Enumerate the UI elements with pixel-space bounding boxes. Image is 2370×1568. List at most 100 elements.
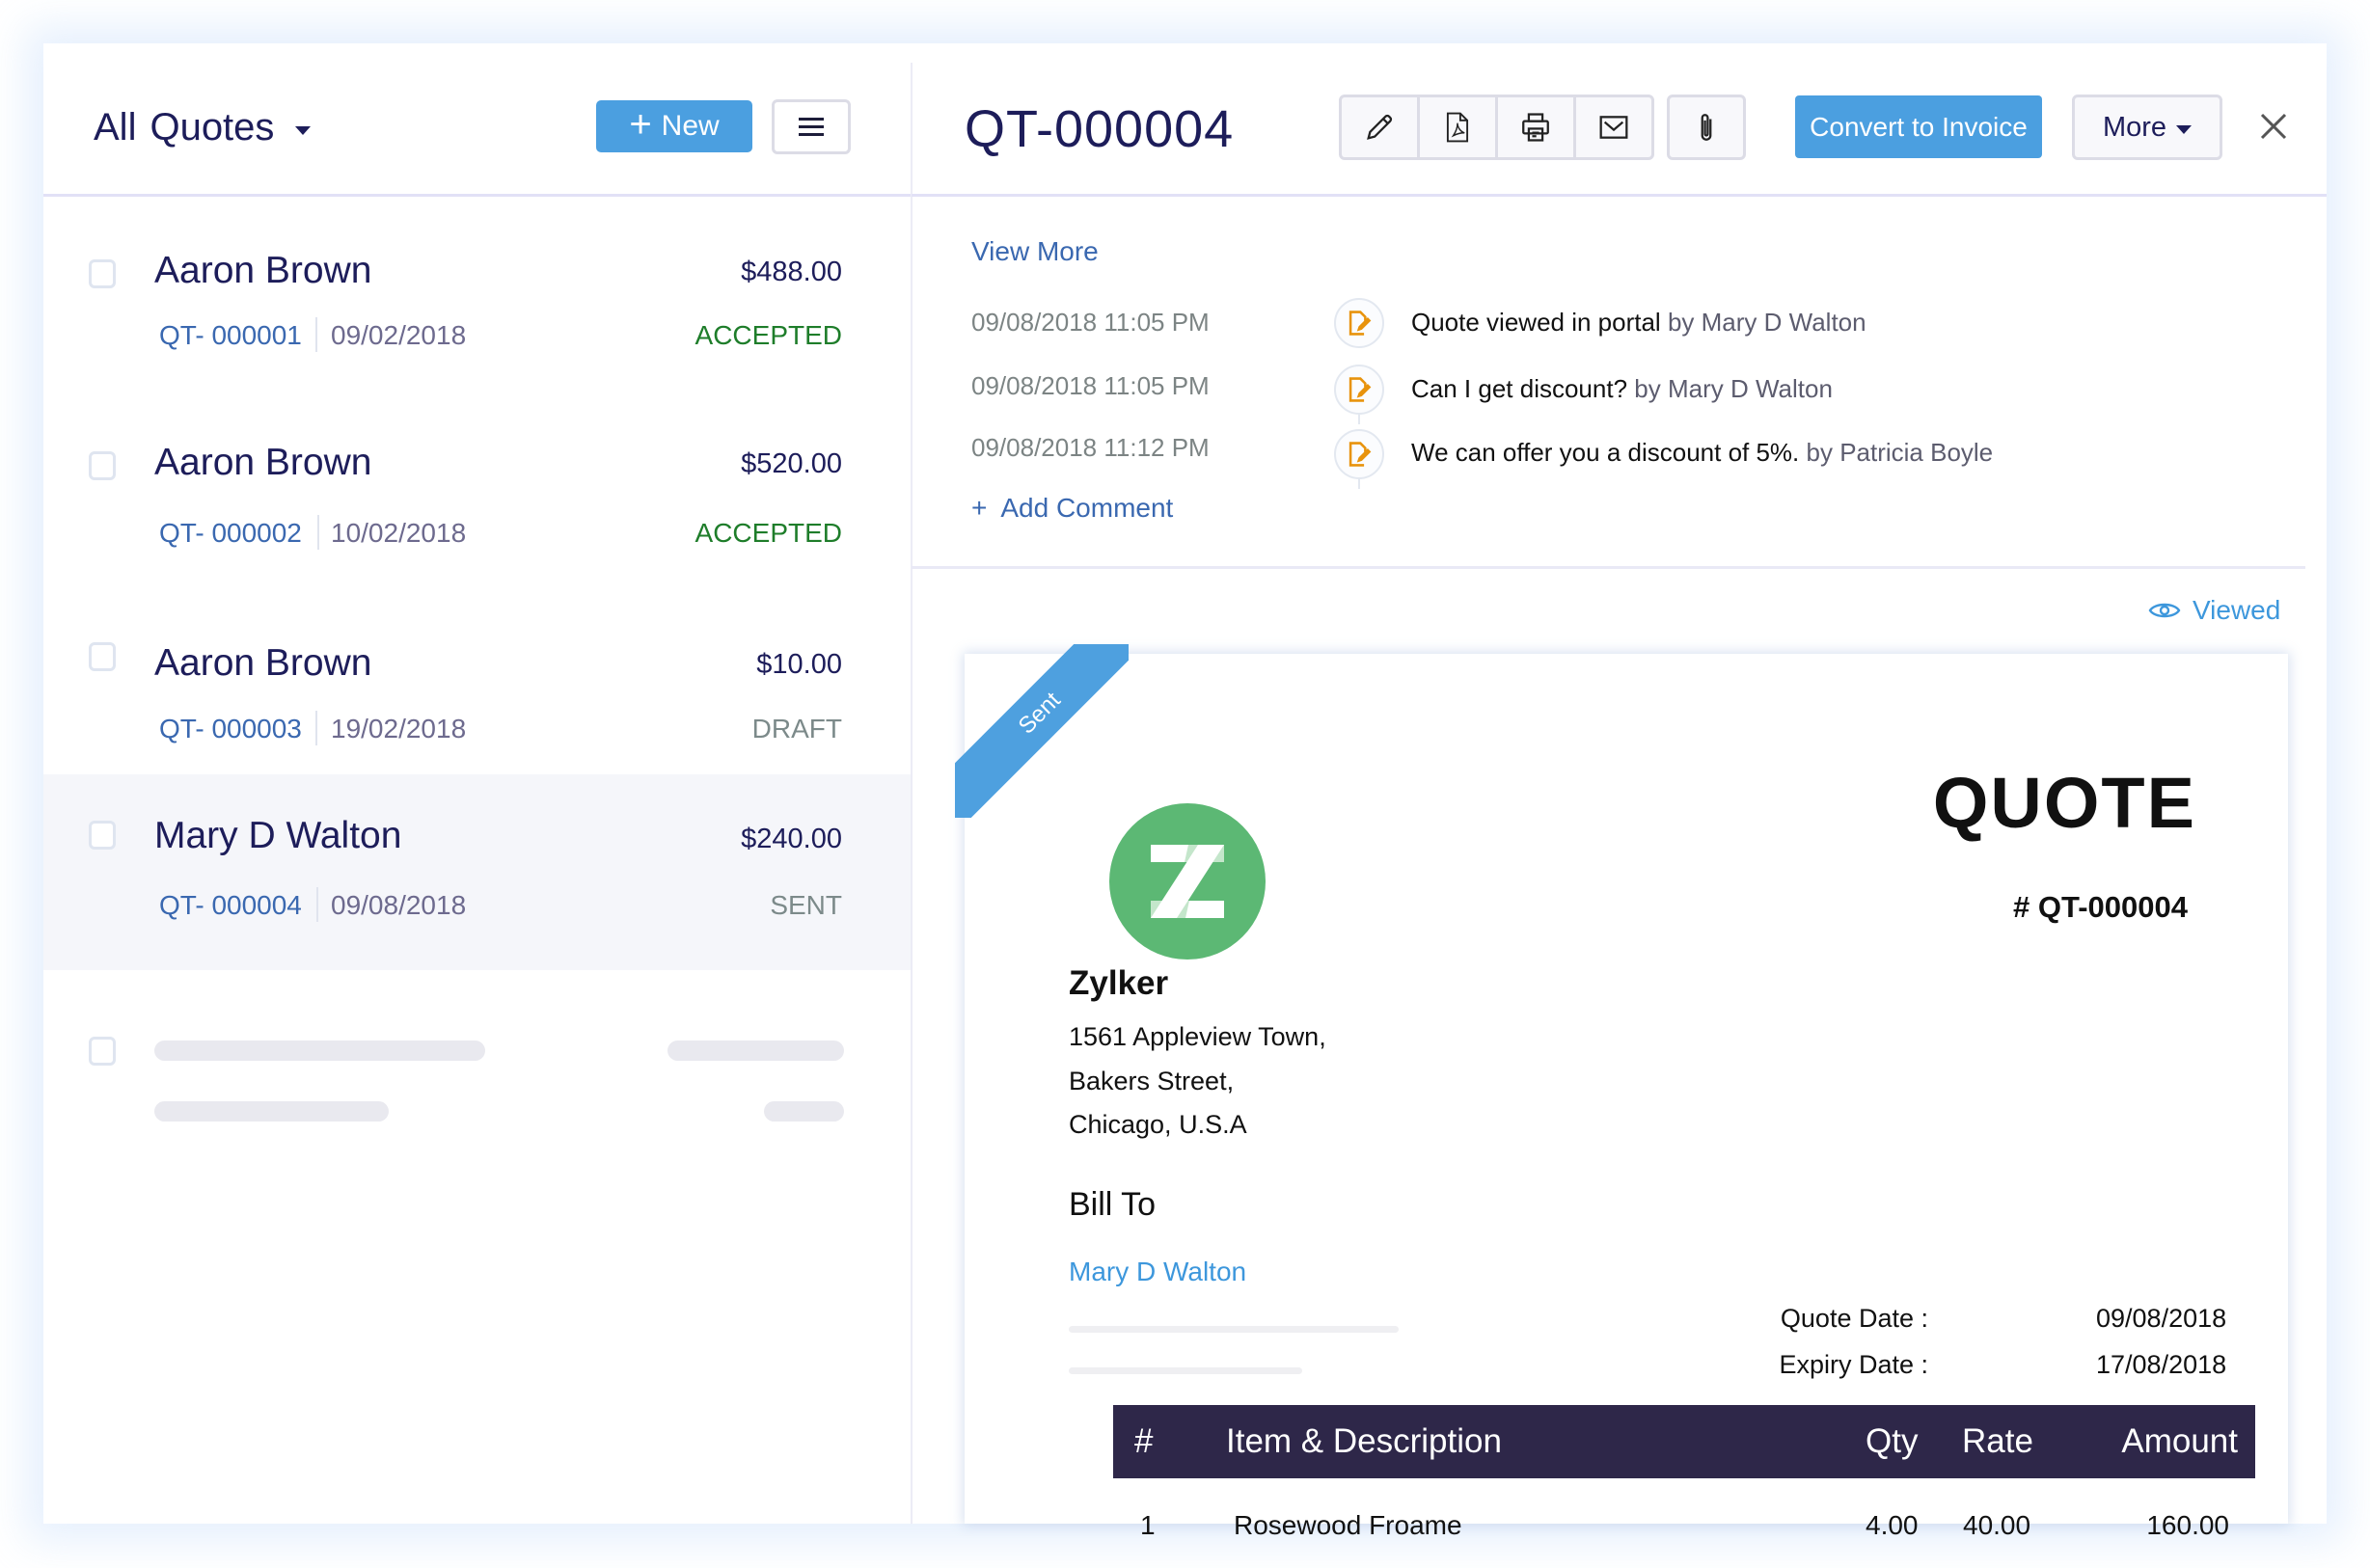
edit-button[interactable] [1342,97,1420,157]
expiry-date-label: Expiry Date : [1779,1350,1928,1379]
quote-number[interactable]: QT- 000003 [159,714,302,744]
list-menu-button[interactable] [772,99,851,154]
col-item-description: Item & Description [1226,1422,1502,1460]
attach-button[interactable] [1667,95,1746,160]
col-number: # [1134,1422,1154,1460]
action-icon-group [1339,95,1654,160]
comment-author: by Patricia Boyle [1799,438,1994,467]
quote-date-label: Quote Date : [1780,1304,1928,1333]
quote-amount: $10.00 [756,649,842,680]
separator [315,711,317,745]
separator [316,887,318,922]
print-button[interactable] [1498,97,1576,157]
caret-down-icon [2176,124,2193,134]
comments-divider [912,566,2305,569]
add-comment-link[interactable]: + Add Comment [971,493,1173,524]
quote-date: 09/02/2018 [331,320,467,350]
new-quote-button[interactable]: + New [596,100,752,152]
separator [315,317,317,352]
company-name: Zylker [1069,964,1169,1002]
address-line: Bakers Street, [1069,1067,1235,1095]
quote-number[interactable]: QT- 000001 [159,320,302,351]
more-label: More [2102,111,2167,143]
row-checkbox[interactable] [89,451,116,480]
quotes-filter-dropdown[interactable]: All Quotes [94,103,312,151]
viewed-status: Viewed [2148,595,2280,626]
skeleton-bar [1069,1367,1302,1374]
close-button[interactable] [2254,107,2293,146]
print-icon [1522,113,1549,142]
quote-amount: $240.00 [741,824,842,854]
item-rate: 40.00 [1963,1510,2031,1540]
skeleton-bar [667,1041,844,1061]
quote-number[interactable]: QT- 000002 [159,518,302,549]
more-dropdown-button[interactable]: More [2072,95,2222,160]
quote-list-item[interactable]: Aaron Brown $520.00 QT- 000002 10/02/201… [43,392,911,588]
comment-message: We can offer you a discount of 5%. [1411,438,1800,467]
quote-list-item[interactable]: Aaron Brown $10.00 QT- 000003 19/02/2018… [43,588,911,784]
company-logo [1109,803,1266,960]
row-checkbox [89,1037,116,1066]
comment-note-icon [1348,377,1372,402]
eye-icon [2148,603,2181,618]
skeleton-bar [154,1101,389,1122]
hamburger-line [799,125,824,128]
address-line: 1561 Appleview Town, [1069,1022,1326,1051]
viewed-label: Viewed [2193,595,2281,625]
status-badge: ACCEPTED [695,518,842,548]
item-description: Rosewood Froame [1234,1510,1462,1540]
quote-date-value: 09/08/2018 [2096,1304,2227,1333]
bill-to-label: Bill To [1069,1186,1157,1223]
comment-icon-wrap [1334,365,1384,415]
email-icon [1599,116,1628,139]
bill-to-name[interactable]: Mary D Walton [1069,1257,1246,1287]
skeleton-bar [1069,1326,1399,1333]
customer-name: Aaron Brown [154,250,372,291]
row-checkbox[interactable] [89,642,116,671]
status-badge: DRAFT [751,714,842,743]
items-table-header: # Item & Description Qty Rate Amount [1113,1405,2255,1478]
col-qty: Qty [1866,1422,1919,1460]
address-line: Chicago, U.S.A [1069,1110,1247,1139]
quote-title: QT-000004 [965,100,1235,158]
plus-icon: + [629,103,652,146]
expiry-date-value: 17/08/2018 [2096,1350,2227,1379]
view-more-link[interactable]: View More [971,236,1099,267]
new-button-label: New [661,110,720,142]
item-amount: 160.00 [2146,1510,2229,1540]
row-checkbox[interactable] [89,821,116,850]
comment-timestamp: 09/08/2018 11:05 PM [971,371,1210,400]
quote-amount: $520.00 [741,448,842,479]
quote-number[interactable]: QT- 000004 [159,890,302,921]
loading-placeholder-row [43,970,911,1166]
comment-note-icon [1348,311,1372,336]
skeleton-bar [764,1101,844,1122]
comment-text: Can I get discount? by Mary D Walton [1411,374,1833,404]
items-table-row: 1 Rosewood Froame 4.00 40.00 160.00 [1113,1496,2255,1555]
convert-to-invoice-button[interactable]: Convert to Invoice [1795,95,2042,158]
hamburger-menu-icon [799,118,824,121]
customer-name: Aaron Brown [154,642,372,684]
comment-message: Quote viewed in portal [1411,308,1661,337]
hamburger-line [799,133,824,136]
sent-ribbon: Sent [955,644,1129,818]
detail-header-divider [912,194,2327,197]
quote-list-item-selected[interactable]: Mary D Walton $240.00 QT- 000004 09/08/2… [43,774,911,970]
customer-name: Mary D Walton [154,815,402,856]
status-badge: SENT [770,890,842,920]
pdf-icon [1446,112,1469,143]
email-button[interactable] [1576,97,1651,157]
pdf-button[interactable] [1420,97,1498,157]
separator [317,515,319,550]
quote-date: 10/02/2018 [331,518,467,548]
quote-date: 09/08/2018 [331,890,467,920]
document-number: # QT-000004 [2013,890,2188,924]
caret-down-icon [295,125,312,135]
quote-list-item[interactable]: Aaron Brown $488.00 QT- 000001 09/02/201… [43,197,911,392]
plus-icon: + [971,493,988,523]
document-title: QUOTE [1932,763,2196,843]
comment-icon-wrap [1334,298,1384,348]
item-number: 1 [1140,1510,1156,1540]
row-checkbox[interactable] [89,259,116,288]
attachment-icon [1701,114,1712,141]
